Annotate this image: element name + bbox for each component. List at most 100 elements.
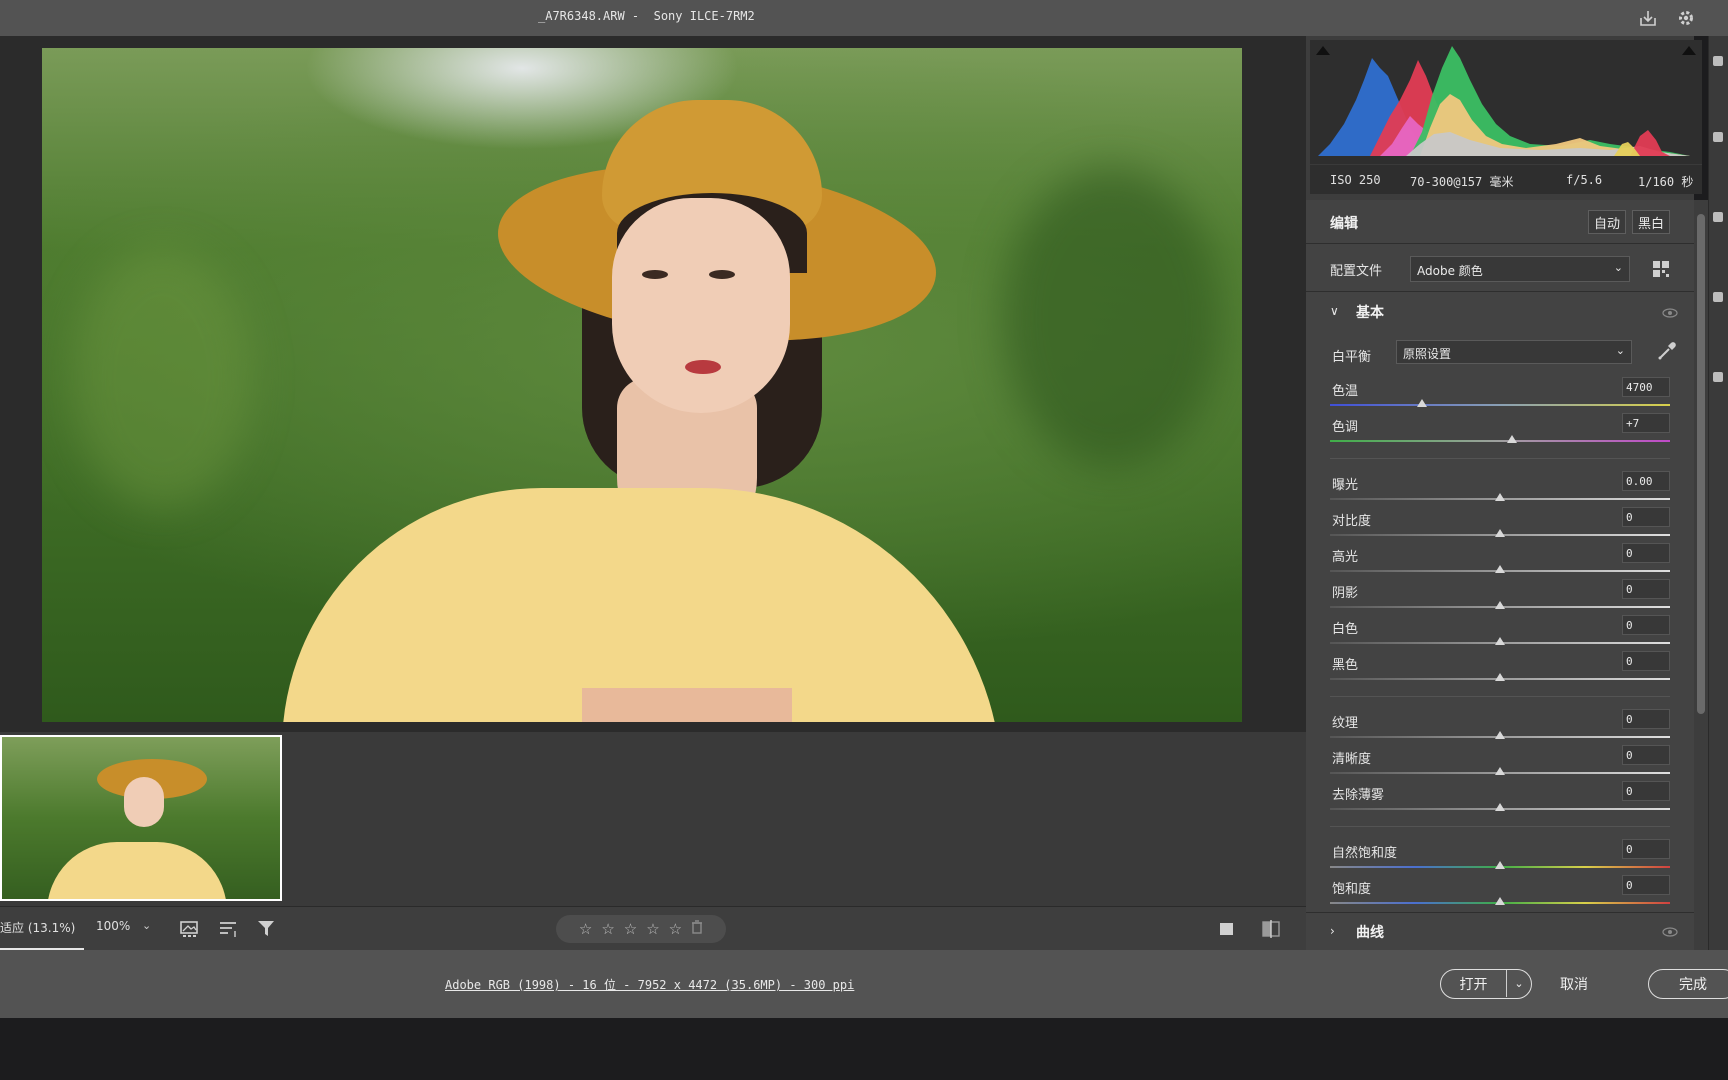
slider-value-input[interactable]: 0 bbox=[1622, 651, 1670, 671]
rating-star-4[interactable]: ☆ bbox=[646, 921, 659, 937]
exif-iso: ISO 250 bbox=[1330, 173, 1381, 187]
single-view-icon[interactable] bbox=[1214, 917, 1240, 941]
slider-value-input[interactable]: 0 bbox=[1622, 781, 1670, 801]
mask-tool-icon[interactable] bbox=[1713, 292, 1723, 302]
eye-icon[interactable] bbox=[1662, 927, 1678, 937]
chevron-down-icon: ⌄ bbox=[1615, 344, 1625, 357]
slider-tint[interactable]: 色调 +7 bbox=[1330, 413, 1670, 448]
slider-value-input[interactable]: 0 bbox=[1622, 745, 1670, 765]
basic-panel-header[interactable]: ∨ 基本 bbox=[1306, 292, 1694, 332]
slider-temperature[interactable]: 色温 4700 bbox=[1330, 377, 1670, 412]
slider-value-input[interactable]: 0.00 bbox=[1622, 471, 1670, 491]
eye-icon[interactable] bbox=[1662, 308, 1678, 318]
photo-preview[interactable] bbox=[42, 48, 1242, 722]
gear-icon[interactable] bbox=[1674, 6, 1698, 30]
rating-star-3[interactable]: ☆ bbox=[624, 921, 637, 937]
black-white-button[interactable]: 黑白 bbox=[1632, 210, 1671, 234]
slider-track[interactable] bbox=[1330, 404, 1670, 406]
slider-label: 阴影 bbox=[1332, 586, 1359, 601]
auto-button[interactable]: 自动 bbox=[1588, 210, 1627, 234]
slider-label: 对比度 bbox=[1332, 514, 1372, 529]
slider-thumb[interactable] bbox=[1495, 767, 1505, 775]
rating-star-5[interactable]: ☆ bbox=[669, 921, 682, 937]
slider-value-input[interactable]: 0 bbox=[1622, 543, 1670, 563]
shirt-print bbox=[582, 688, 792, 722]
edit-tool-icon[interactable] bbox=[1713, 56, 1723, 66]
slider-thumb[interactable] bbox=[1495, 565, 1505, 573]
histogram bbox=[1310, 40, 1702, 164]
sort-icon[interactable] bbox=[216, 917, 242, 941]
redeye-tool-icon[interactable] bbox=[1713, 372, 1723, 382]
slider-thumb[interactable] bbox=[1495, 601, 1505, 609]
trash-icon[interactable] bbox=[691, 920, 703, 938]
slider-value-input[interactable]: 0 bbox=[1622, 875, 1670, 895]
slider-thumb[interactable] bbox=[1495, 861, 1505, 869]
slider-thumb[interactable] bbox=[1495, 673, 1505, 681]
scrollbar-thumb[interactable] bbox=[1697, 214, 1705, 714]
slider-texture[interactable]: 纹理 0 bbox=[1330, 709, 1670, 744]
slider-label: 纹理 bbox=[1332, 716, 1359, 731]
chevron-right-icon[interactable]: › bbox=[1330, 924, 1335, 938]
slider-highlights[interactable]: 高光 0 bbox=[1330, 543, 1670, 578]
zoom-level-select[interactable]: 100% bbox=[96, 919, 130, 933]
eyedropper-icon[interactable] bbox=[1656, 340, 1678, 362]
slider-thumb[interactable] bbox=[1416, 399, 1427, 407]
slider-vibrance[interactable]: 自然饱和度 0 bbox=[1330, 839, 1670, 874]
curve-panel-title: 曲线 bbox=[1356, 925, 1384, 941]
open-button-label[interactable]: 打开 bbox=[1441, 970, 1507, 997]
slider-exposure[interactable]: 曝光 0.00 bbox=[1330, 471, 1670, 506]
rating-star-2[interactable]: ☆ bbox=[601, 921, 614, 937]
slider-value-input[interactable]: 4700 bbox=[1622, 377, 1670, 397]
slider-saturation[interactable]: 饱和度 0 bbox=[1330, 875, 1670, 910]
slider-thumb[interactable] bbox=[1495, 803, 1505, 811]
filmstrip bbox=[0, 732, 1306, 906]
export-icon[interactable] bbox=[1636, 6, 1660, 30]
filmstrip-thumbnail[interactable] bbox=[0, 735, 282, 901]
shadow-clipping-toggle[interactable] bbox=[1316, 46, 1330, 55]
image-canvas[interactable] bbox=[0, 36, 1306, 732]
star-rating[interactable]: ☆ ☆ ☆ ☆ ☆ bbox=[556, 915, 726, 943]
before-after-icon[interactable] bbox=[1258, 917, 1284, 941]
slider-thumb[interactable] bbox=[1506, 435, 1517, 443]
slider-thumb[interactable] bbox=[1495, 493, 1505, 501]
chevron-down-icon[interactable]: ⌄ bbox=[142, 919, 151, 932]
slider-track[interactable] bbox=[1330, 440, 1670, 442]
zoom-fit-button[interactable]: 适应 (13.1%) bbox=[0, 919, 75, 936]
heal-tool-icon[interactable] bbox=[1713, 212, 1723, 222]
chevron-down-icon[interactable]: ∨ bbox=[1330, 304, 1339, 318]
slider-shadows[interactable]: 阴影 0 bbox=[1330, 579, 1670, 614]
white-balance-select[interactable]: 原照设置 ⌄ bbox=[1396, 340, 1632, 364]
done-button[interactable]: 完成 bbox=[1648, 969, 1728, 999]
slider-value-input[interactable]: +7 bbox=[1622, 413, 1670, 433]
grid-icon[interactable] bbox=[1652, 260, 1670, 278]
filmstrip-icon[interactable] bbox=[178, 917, 204, 941]
slider-whites[interactable]: 白色 0 bbox=[1330, 615, 1670, 650]
slider-blacks[interactable]: 黑色 0 bbox=[1330, 651, 1670, 686]
highlight-clipping-toggle[interactable] bbox=[1682, 46, 1696, 55]
profile-select[interactable]: Adobe 颜色 ⌄ bbox=[1410, 256, 1630, 282]
slider-thumb[interactable] bbox=[1495, 529, 1505, 537]
slider-value-input[interactable]: 0 bbox=[1622, 579, 1670, 599]
edit-header: 编辑 自动 黑白 bbox=[1306, 200, 1694, 244]
slider-thumb[interactable] bbox=[1495, 731, 1505, 739]
filter-icon[interactable] bbox=[254, 917, 280, 941]
slider-value-input[interactable]: 0 bbox=[1622, 507, 1670, 527]
slider-value-input[interactable]: 0 bbox=[1622, 839, 1670, 859]
slider-dehaze[interactable]: 去除薄雾 0 bbox=[1330, 781, 1670, 816]
open-button[interactable]: 打开 ⌄ bbox=[1440, 969, 1532, 999]
panel-scrollbar[interactable] bbox=[1694, 200, 1708, 950]
workflow-options-link[interactable]: Adobe RGB (1998) - 16 位 - 7952 x 4472 (3… bbox=[445, 976, 854, 993]
slider-value-input[interactable]: 0 bbox=[1622, 709, 1670, 729]
chevron-down-icon[interactable]: ⌄ bbox=[1507, 970, 1531, 997]
slider-clarity[interactable]: 清晰度 0 bbox=[1330, 745, 1670, 780]
slider-value-input[interactable]: 0 bbox=[1622, 615, 1670, 635]
rating-star-1[interactable]: ☆ bbox=[579, 921, 592, 937]
status-bar: Adobe RGB (1998) - 16 位 - 7952 x 4472 (3… bbox=[0, 950, 1728, 1018]
crop-tool-icon[interactable] bbox=[1713, 132, 1723, 142]
cancel-button[interactable]: 取消 bbox=[1560, 974, 1588, 994]
curve-panel-header[interactable]: › 曲线 bbox=[1306, 912, 1694, 950]
slider-thumb[interactable] bbox=[1495, 637, 1505, 645]
thumbnail-face bbox=[124, 777, 164, 827]
slider-contrast[interactable]: 对比度 0 bbox=[1330, 507, 1670, 542]
slider-thumb[interactable] bbox=[1495, 897, 1505, 905]
